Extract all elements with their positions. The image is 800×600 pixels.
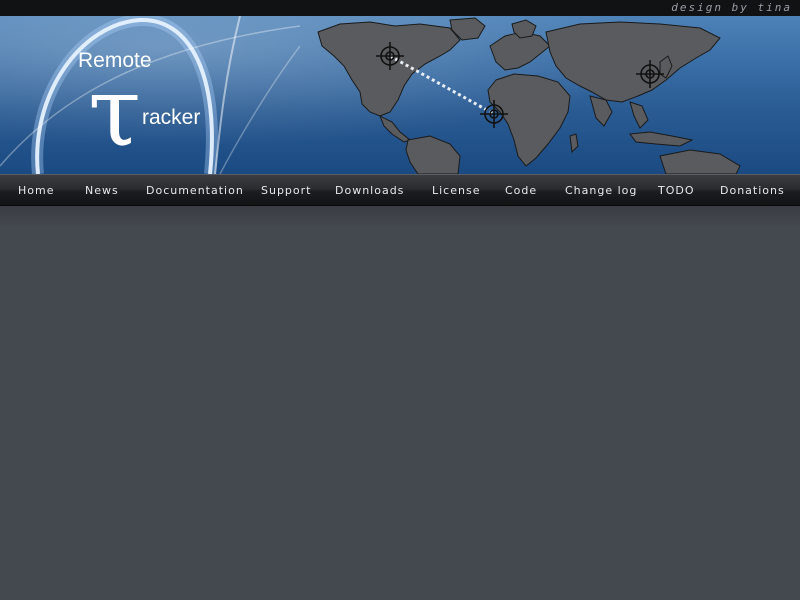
nav-license[interactable]: License: [432, 175, 480, 206]
top-bar: design by tina: [0, 0, 800, 16]
nav-support[interactable]: Support: [261, 175, 311, 206]
logo-text-racker: racker: [142, 106, 201, 129]
nav-donations[interactable]: Donations: [720, 175, 785, 206]
logo-tau-symbol: τ: [88, 56, 142, 168]
design-credit: design by tina: [671, 1, 792, 14]
nav-todo[interactable]: TODO: [658, 175, 695, 206]
world-map-graphic: [317, 17, 741, 174]
main-navigation: Home News Documentation Support Download…: [0, 174, 800, 206]
page: design by tina Remote τ racker Home News…: [0, 0, 800, 600]
content-area: [0, 206, 800, 600]
nav-code[interactable]: Code: [505, 175, 537, 206]
logo-arc-graphic: [0, 16, 300, 174]
nav-news[interactable]: News: [85, 175, 119, 206]
header-banner: Remote τ racker: [0, 16, 800, 174]
nav-home[interactable]: Home: [18, 175, 54, 206]
nav-documentation[interactable]: Documentation: [146, 175, 244, 206]
nav-change-log[interactable]: Change log: [565, 175, 637, 206]
nav-downloads[interactable]: Downloads: [335, 175, 404, 206]
